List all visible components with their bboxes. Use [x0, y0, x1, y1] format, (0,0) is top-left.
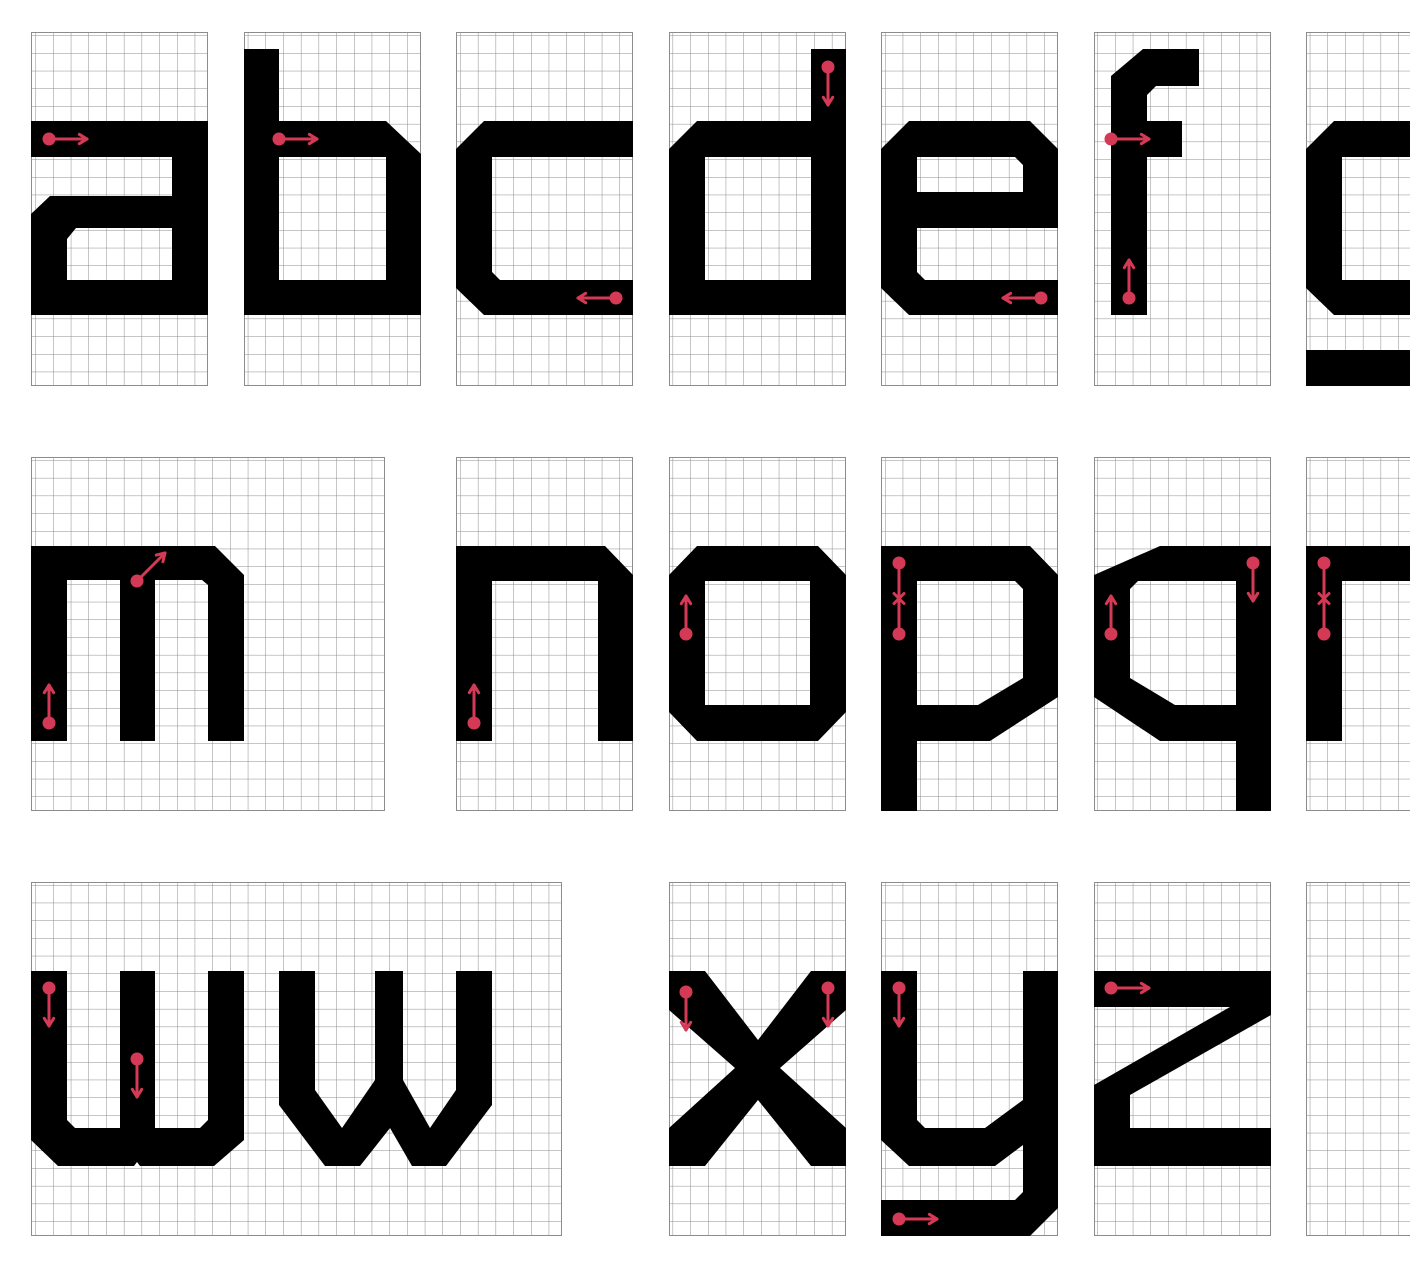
glyph-a [31, 121, 208, 315]
glyph-e [881, 121, 1058, 315]
glyph-construction-sheet [0, 0, 1410, 1278]
glyph-canvas [31, 32, 1410, 1236]
glyph-grid-panel [1306, 882, 1410, 1236]
